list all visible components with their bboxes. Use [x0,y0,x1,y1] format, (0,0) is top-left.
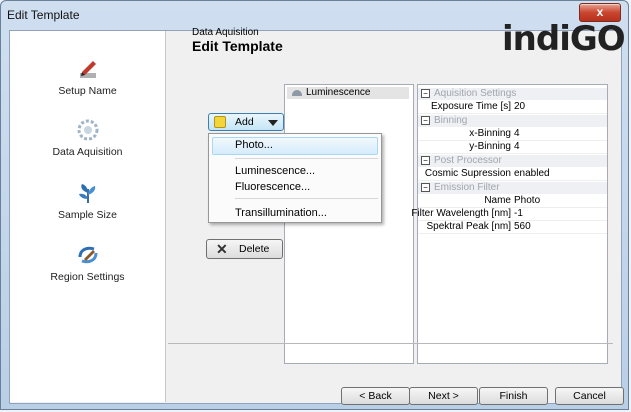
page-title: Edit Template [192,38,283,54]
add-dropdown-menu: Photo... Luminescence... Fluorescence...… [208,133,382,223]
cancel-button[interactable]: Cancel [555,387,624,405]
step-list[interactable]: Luminescence [284,84,414,364]
prop-name: y-Binning [469,141,511,152]
category-label: Binning [434,115,468,126]
add-button[interactable]: Add [208,113,284,131]
collapse-icon: − [421,183,430,192]
add-button-label: Add [235,116,254,128]
menu-item-luminescence[interactable]: Luminescence... [235,165,315,177]
pen-write-icon [79,61,96,78]
wizard-sidebar: Setup Name Data Aquisition Sample Size R… [10,31,166,402]
prop-row[interactable]: x-Binning 4 [418,128,607,141]
delete-button[interactable]: ✕ Delete [206,239,283,259]
sidebar-item-label: Region Settings [50,271,125,283]
prop-name: Cosmic Supression [424,168,511,179]
delete-button-label: Delete [239,243,270,255]
prop-category-emission-filter[interactable]: − Emission Filter [418,182,607,194]
plant-icon [78,184,95,203]
prop-value[interactable]: 4 [514,141,520,152]
prop-category-aquisition[interactable]: − Aquisition Settings [418,88,607,100]
finish-button[interactable]: Finish [479,387,548,405]
prop-name: Exposure Time [s] [430,101,511,112]
next-button[interactable]: Next > [409,387,478,405]
indigo-logo: indiGO [502,19,626,59]
prop-name: x-Binning [469,128,511,139]
prop-row[interactable]: Filter Wavelength [nm] -1 [411,208,607,221]
prop-value[interactable]: -1 [514,208,523,219]
prop-category-post-processor[interactable]: − Post Processor [418,155,607,167]
prop-row[interactable]: Exposure Time [s] 20 [418,101,607,114]
prop-name: Filter Wavelength [nm] [411,208,511,219]
collapse-icon: − [421,89,430,98]
close-icon: x [596,5,604,19]
list-item[interactable]: Luminescence [287,87,409,99]
prop-name: Spektral Peak [nm] [426,221,511,232]
property-grid[interactable]: − Aquisition Settings Exposure Time [s] … [411,84,608,364]
sidebar-item-sample-size[interactable]: Sample Size [10,181,165,221]
sidebar-item-label: Setup Name [58,85,117,97]
sidebar-item-label: Data Aquisition [52,146,123,158]
region-pen-icon [78,246,97,264]
menu-separator [235,158,378,159]
add-icon [214,116,226,128]
menu-item-transillumination[interactable]: Transillumination... [235,207,327,219]
prop-value[interactable]: enabled [514,168,550,179]
prop-value[interactable]: 4 [514,128,520,139]
back-button[interactable]: < Back [341,387,410,405]
prop-row[interactable]: Name Photo [418,195,607,208]
logo-text: indiGO [502,19,626,59]
delete-icon: ✕ [216,241,228,257]
footer-divider [168,343,613,344]
prop-value[interactable]: 20 [514,101,525,112]
sidebar-item-setup-name[interactable]: Setup Name [10,57,165,97]
menu-item-fluorescence[interactable]: Fluorescence... [235,181,310,193]
gear-settings-icon [77,119,98,141]
category-label: Aquisition Settings [434,88,517,99]
window-title: Edit Template [7,8,80,22]
category-label: Emission Filter [434,182,500,193]
menu-separator [235,198,378,199]
menu-item-photo[interactable]: Photo... [235,139,273,151]
header-subtitle: Data Aquisition [192,27,259,38]
dropdown-arrow-icon [268,120,278,126]
prop-row[interactable]: Cosmic Supression enabled [418,168,607,181]
category-label: Post Processor [434,155,502,166]
prop-row[interactable]: y-Binning 4 [418,141,607,154]
list-item-label: Luminescence [306,87,371,98]
prop-row[interactable]: Spektral Peak [nm] 560 [418,221,607,234]
sidebar-item-data-aquisition[interactable]: Data Aquisition [10,118,165,158]
prop-value[interactable]: Photo [514,195,540,206]
prop-value[interactable]: 560 [514,221,531,232]
collapse-icon: − [421,116,430,125]
prop-category-binning[interactable]: − Binning [418,115,607,127]
sidebar-item-region-settings[interactable]: Region Settings [10,243,165,283]
sidebar-item-label: Sample Size [58,209,117,221]
prop-name: Name [484,195,511,206]
edit-template-window: Edit Template x Setup Name Data Aquisiti… [0,0,629,410]
collapse-icon: − [421,156,430,165]
luminescence-icon [292,90,302,96]
